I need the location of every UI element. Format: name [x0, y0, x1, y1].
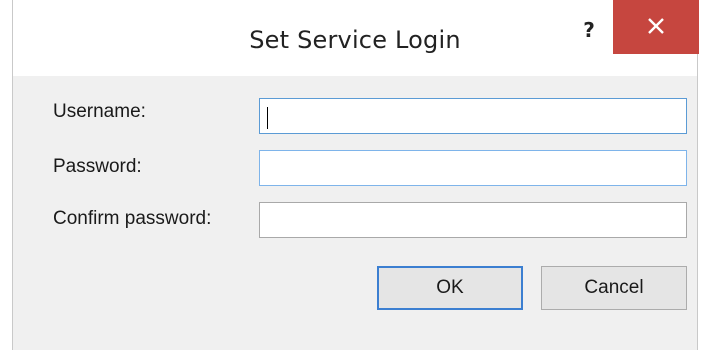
close-button[interactable]: [613, 0, 699, 54]
password-field[interactable]: [259, 150, 687, 186]
cancel-button[interactable]: Cancel: [541, 266, 687, 310]
password-label: Password:: [53, 156, 142, 177]
username-field[interactable]: [259, 98, 687, 134]
title-bar[interactable]: Set Service Login ?: [13, 0, 699, 76]
dialog-window: Set Service Login ? Username: Password: …: [12, 0, 699, 350]
text-caret: [267, 107, 268, 129]
confirm-password-field[interactable]: [259, 202, 687, 238]
help-button[interactable]: ?: [571, 12, 607, 48]
confirm-password-label: Confirm password:: [53, 208, 212, 229]
ok-button[interactable]: OK: [377, 266, 523, 310]
close-icon: [648, 18, 664, 34]
username-label: Username:: [53, 101, 146, 122]
form-area: Username: Password: Confirm password: OK…: [13, 76, 697, 350]
